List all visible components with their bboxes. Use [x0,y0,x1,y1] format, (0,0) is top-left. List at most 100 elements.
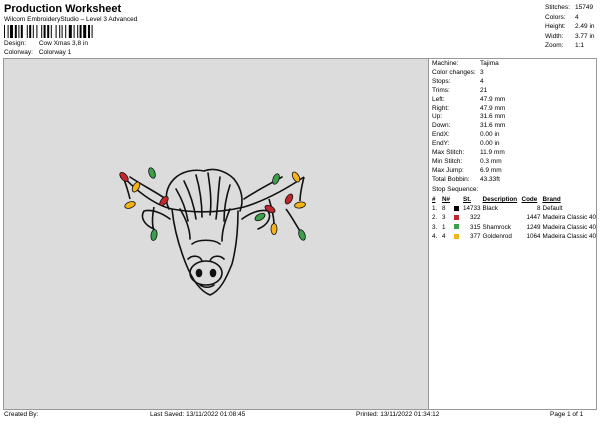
design-row: Design: Cow Xmas 3,8 in [4,40,88,47]
summary-stats: Stitches: 15749 Colors: 4 Height: 2.49 in W… [545,3,595,51]
light-bulb [264,204,276,214]
prop-row: Left: 47.9 mm [432,96,505,105]
prop-value: 3 [480,68,484,76]
cell-stitches: 315 [470,223,481,231]
prop-value: 21 [480,86,488,94]
prop-label: Color changes: [432,68,476,76]
cell-description: Black [482,205,498,213]
light-bulb [284,193,294,205]
cell-n: 1 [442,223,446,231]
cell-code: 8 [537,205,541,213]
prop-label: Max Stitch: [432,149,465,157]
cell-description [483,213,522,222]
prop-label: Trims: [432,86,450,94]
light-bulb [124,201,136,209]
stat-zoom: Zoom: 1:1 [545,41,595,51]
col-hash: # [432,196,436,204]
col-st: St. [463,196,472,204]
cell-brand: Madeira Classic 40 [542,214,597,222]
prop-row: Down: 31.6 mm [432,122,505,131]
stat-label: Colors: [545,13,566,21]
light-bulb [294,201,306,209]
prop-label: Machine: [432,60,459,67]
stat-height: Height: 2.49 in [545,22,595,32]
footer-page: Page 1 of 1 [550,411,584,418]
cell-brand: Madeira Classic 40 [542,232,597,240]
colorway-row: Colorway: Colorway 1 [4,49,71,56]
stat-label: Stitches: [545,4,570,11]
prop-value: 43.33ft [480,175,500,183]
stat-colors: Colors: 4 [545,13,595,23]
table-header-row: # N# St. Description Code Brand [432,195,596,204]
col-description: Description [482,196,518,204]
light-bulb [150,229,158,241]
prop-row: Min Stitch: 0.3 mm [432,158,505,167]
prop-label: Stops: [432,77,451,85]
light-bulb [298,229,306,241]
prop-row: Color changes: 3 [432,69,505,78]
light-bulb [272,173,280,185]
cell-stitches: 14733 [463,205,481,213]
light-bulb [291,171,301,183]
color-swatch [454,232,463,241]
highland-cow-xmas-design [119,167,306,296]
barcode-icon [4,25,93,38]
stat-value: 3.77 in [575,32,595,40]
cell-idx: 1. [432,205,438,213]
footer-created-by: Created By: [4,411,39,418]
prop-value: Tajima [480,60,499,67]
prop-value: 6.9 mm [480,166,502,174]
prop-label: Max Jump: [432,166,464,174]
panel-divider [428,59,429,409]
prop-label: Min Stitch: [432,157,463,165]
software-subtitle: Wilcom EmbroideryStudio – Level 3 Advanc… [4,16,138,23]
stat-label: Zoom: [545,42,564,50]
prop-value: 4 [480,77,484,85]
prop-label: EndY: [432,140,450,148]
prop-value: 11.9 mm [480,149,505,157]
design-preview [4,59,428,409]
design-value: Cow Xmas 3,8 in [38,40,88,47]
prop-value: 0.3 mm [480,157,502,165]
prop-label: Up: [432,113,443,121]
light-bulb [270,223,278,235]
col-swatch [454,195,463,204]
color-swatch [454,223,463,232]
cell-code: 1447 [526,214,541,222]
prop-row: Total Bobbin: 43.33ft [432,176,505,185]
light-bulb [148,167,156,179]
prop-value: 47.9 mm [480,95,506,103]
cell-description: Shamrock [482,223,511,231]
prop-row: Max Stitch: 11.9 mm [432,149,505,158]
prop-row: Max Jump: 6.9 mm [432,167,505,176]
page-title: Production Worksheet [4,3,122,15]
cell-idx: 3. [432,223,438,231]
cell-idx: 2. [432,214,438,222]
table-row: 1. 8 14733 Black 8 Default [432,204,596,213]
prop-label: EndX: [432,131,450,139]
prop-label: Left: [432,95,445,103]
cell-idx: 4. [432,232,438,240]
colorway-label: Colorway: [4,49,33,56]
col-n: N# [442,196,451,204]
prop-value: 0.00 in [480,131,500,139]
color-swatch [454,204,463,213]
prop-value: 47.9 mm [480,104,506,112]
cell-n: 3 [442,214,446,222]
cell-brand: Madeira Classic 40 [542,223,597,231]
stop-sequence-table: # N# St. Description Code Brand 1. 8 147… [432,195,596,241]
prop-row: Right: 47.9 mm [432,105,505,114]
prop-label: Down: [432,122,451,130]
prop-value: 0.00 in [480,140,500,148]
stat-value: 1:1 [575,42,585,50]
colorway-value: Colorway 1 [38,49,72,56]
stat-width: Width: 3.77 in [545,32,595,42]
cell-n: 8 [442,205,446,213]
prop-row: EndX: 0.00 in [432,131,505,140]
table-row: 4. 4 377 Goldenrod 1064 Madeira Classic … [432,232,596,241]
color-swatch [454,213,463,222]
prop-row: Stops: 4 [432,78,505,87]
cell-code: 1064 [526,232,541,240]
christmas-light-bulbs [119,167,306,241]
col-brand: Brand [542,196,561,204]
